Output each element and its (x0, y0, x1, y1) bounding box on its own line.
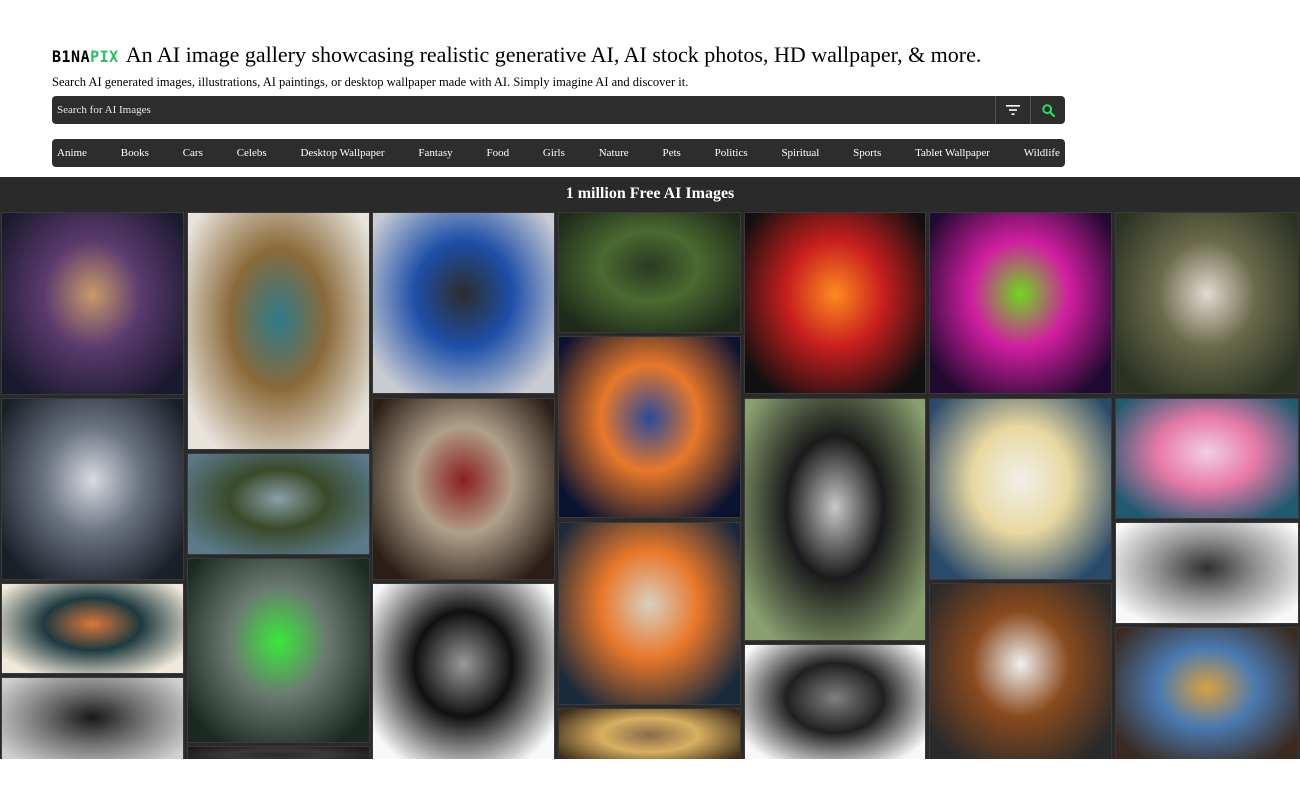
category-link[interactable]: Politics (715, 147, 748, 159)
category-link[interactable]: Celebs (237, 147, 267, 159)
search-icon (1041, 103, 1055, 117)
gallery-image-laughing-child-bw[interactable] (1115, 522, 1299, 624)
gallery-image-mermaid-in-ornate-frame[interactable] (187, 212, 370, 450)
category-nav: Anime Books Cars Celebs Desktop Wallpaper Fan… (52, 139, 1065, 167)
logo-text-part2: PIX (90, 47, 119, 67)
category-link[interactable]: Wildlife (1024, 147, 1060, 159)
gallery-image-woman-in-flower-market[interactable] (1115, 627, 1299, 759)
gallery-image-dark-tile[interactable] (187, 746, 370, 759)
category-link[interactable]: Sports (853, 147, 881, 159)
category-link[interactable]: Cars (183, 147, 203, 159)
category-link[interactable]: Food (486, 147, 509, 159)
gallery-image-abstract-explosion[interactable] (558, 522, 741, 705)
search-button[interactable] (1030, 96, 1065, 124)
logo-text-part1: B1NA (52, 47, 91, 67)
gallery-image-bearded-warrior-eyepatch[interactable] (372, 398, 555, 580)
category-link[interactable]: Anime (57, 147, 87, 159)
gallery-image-black-cat-on-bed[interactable] (744, 398, 926, 641)
category-link[interactable]: Desktop Wallpaper (300, 147, 384, 159)
category-link[interactable]: Books (121, 147, 149, 159)
category-link[interactable]: Tablet Wallpaper (915, 147, 990, 159)
site-logo[interactable]: B1NAPIX (52, 48, 119, 67)
page-subheadline: Search AI generated images, illustration… (52, 75, 689, 89)
gallery-image-aerial-forest[interactable] (558, 212, 741, 333)
filter-icon (1006, 105, 1020, 115)
gallery-image-diamond-tiara-ring[interactable] (1, 398, 184, 580)
category-link[interactable]: Pets (662, 147, 680, 159)
category-link[interactable]: Girls (543, 147, 565, 159)
gallery-image-green-lamborghini-neon[interactable] (929, 212, 1112, 394)
gallery-image-papercut-princess-castle[interactable] (929, 398, 1112, 580)
category-link[interactable]: Fantasy (418, 147, 452, 159)
gallery-image-woman-in-sequin-gown-by-car[interactable] (1, 212, 184, 395)
category-link[interactable]: Nature (599, 147, 629, 159)
page-headline: An AI image gallery showcasing realistic… (125, 42, 982, 67)
gallery-image-cosmic-man-engraving[interactable] (372, 583, 555, 759)
gallery-image-ghostly-woman-in-forest[interactable] (1115, 212, 1299, 394)
gallery-image-police-officer-engraving[interactable] (744, 644, 926, 759)
gallery-title: 1 million Free AI Images (565, 185, 735, 202)
filter-button[interactable] (995, 96, 1030, 124)
category-link[interactable]: Spiritual (781, 147, 819, 159)
gallery-image-red-fire-truck[interactable] (744, 212, 926, 394)
search-bar (52, 96, 1065, 124)
gallery-image-cosmic-head[interactable] (558, 336, 741, 518)
gallery-image-woman-bw-wall[interactable] (1, 677, 184, 759)
gallery-image-sonic-at-desk[interactable] (372, 212, 555, 394)
search-input[interactable] (52, 96, 995, 124)
gallery-image-man-in-tree[interactable] (187, 453, 370, 555)
title-line: B1NAPIX An AI image gallery showcasing r… (52, 42, 1065, 70)
gallery-image-abstract-hills[interactable] (1, 583, 184, 674)
gallery-image-dog-with-glasses[interactable] (929, 583, 1112, 759)
gallery-image-blonde-woman-portrait[interactable] (558, 708, 741, 759)
site-header: B1NAPIX An AI image gallery showcasing r… (52, 42, 1065, 91)
image-gallery: 1 million Free AI Images (0, 177, 1300, 759)
gallery-image-pink-lily[interactable] (1115, 398, 1299, 519)
gallery-image-robot-laser[interactable] (187, 558, 370, 743)
